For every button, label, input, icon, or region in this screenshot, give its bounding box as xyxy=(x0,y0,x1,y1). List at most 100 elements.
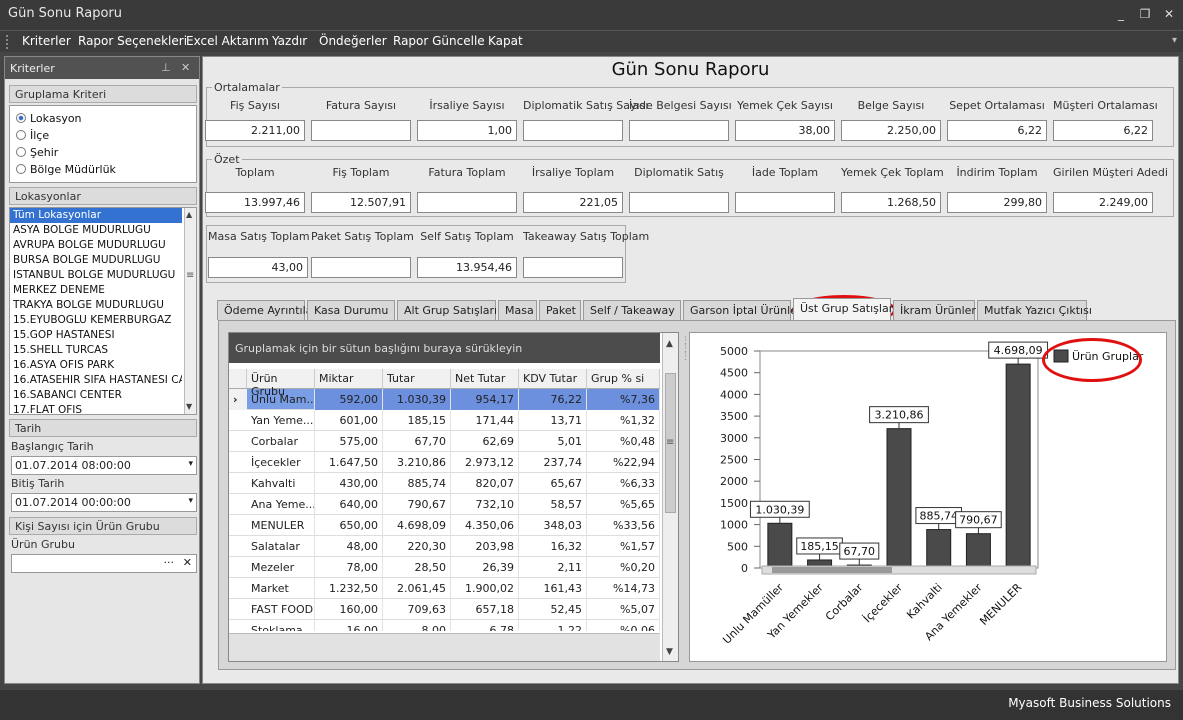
chart-bar[interactable] xyxy=(965,533,991,569)
chevron-down-icon[interactable]: ▾ xyxy=(188,459,193,469)
table-row[interactable]: Market 1.232,50 2.061,45 1.900,02 161,43 %14,… xyxy=(229,578,660,599)
clear-icon[interactable]: ✕ xyxy=(183,556,192,569)
table-row[interactable]: Mezeler 78,00 28,50 26,39 2,11 %0,20 xyxy=(229,557,660,578)
table-row[interactable]: FAST FOOD 160,00 709,63 657,18 52,45 %5,07 xyxy=(229,599,660,620)
column-header-kdv-tutar[interactable]: KDV Tutar xyxy=(519,369,587,389)
radio-sehir[interactable]: Şehir xyxy=(16,146,58,159)
ozet-field-i-rsaliye-toplam[interactable]: 221,05 xyxy=(523,192,623,213)
lokasyon-item[interactable]: AVRUPA BOLGE MUDURLUGU xyxy=(10,238,182,253)
lokasyon-item[interactable]: 16.ATASEHIR SIFA HASTANESI CA xyxy=(10,373,182,388)
section-kisi-sayisi[interactable]: Kişi Sayısı için Ürün Grubu xyxy=(9,517,197,535)
tab-paket[interactable]: Paket xyxy=(539,300,581,320)
tab-garson-i-ptal-r-nler[interactable]: Garson İptal Ürünler xyxy=(683,300,801,320)
ortalama-field-i-ade-belgesi-say-s[interactable] xyxy=(629,120,729,141)
menu-yazdir[interactable]: Yazdır xyxy=(272,34,307,48)
lokasyon-item[interactable]: 17.FLAT OFIS xyxy=(10,403,182,414)
urun-grubu-field[interactable]: ··· ✕ xyxy=(11,554,197,573)
menu-kriterler[interactable]: Kriterler xyxy=(22,34,71,48)
ozet-field-fi-toplam[interactable]: 12.507,91 xyxy=(311,192,411,213)
scroll-grip-icon[interactable]: ≡ xyxy=(186,270,194,281)
ortalama-field-sepet-ortalamas[interactable]: 6,22 xyxy=(947,120,1047,141)
ortalama-field-fi-say-s[interactable]: 2.211,00 xyxy=(205,120,305,141)
restore-button[interactable]: ❐ xyxy=(1136,6,1154,22)
chart-bar[interactable] xyxy=(1005,363,1031,569)
lokasyon-item[interactable]: 15.EYUBOGLU KEMERBURGAZ xyxy=(10,313,182,328)
lokasyon-item[interactable]: 15.SHELL TURCAS xyxy=(10,343,182,358)
satis-field-takeaway-sat-toplam[interactable] xyxy=(523,257,623,278)
table-row[interactable]: İçecekler 1.647,50 3.210,86 2.973,12 237,74%… xyxy=(229,452,660,473)
lokasyon-item[interactable]: TRAKYA BOLGE MUDURLUGU xyxy=(10,298,182,313)
tab-alt-grup-sat-lar[interactable]: Alt Grup Satışları xyxy=(397,300,497,320)
table-row[interactable]: Stoklama 16,00 8,00 6,78 1,22 %0,06 xyxy=(229,620,660,631)
column-header-grup-si[interactable]: Grup % si xyxy=(587,369,660,389)
close-button[interactable]: ✕ xyxy=(1160,6,1178,22)
tab-deme-ayr-nt-lar[interactable]: Ödeme Ayrıntıları xyxy=(217,300,320,320)
ozet-field-i-ndirim-toplam[interactable]: 299,80 xyxy=(947,192,1047,213)
group-by-panel[interactable]: Gruplamak için bir sütun başlığını buray… xyxy=(229,333,660,363)
ozet-field-fatura-toplam[interactable] xyxy=(417,192,517,213)
table-row[interactable]: Yan Yeme... 601,00 185,15 171,44 13,71 %1,32 xyxy=(229,410,660,431)
section-tarih[interactable]: Tarih xyxy=(9,419,197,437)
chart-scroll-thumb[interactable] xyxy=(772,567,892,573)
ortalama-field-belge-say-s[interactable]: 2.250,00 xyxy=(841,120,941,141)
radio-ilce[interactable]: İlçe xyxy=(16,129,49,142)
menu-rapor-guncelle[interactable]: Rapor Güncelle xyxy=(393,34,485,48)
ortalama-field-m-teri-ortalamas[interactable]: 6,22 xyxy=(1053,120,1153,141)
radio-bolge-mudurluk[interactable]: Bölge Müdürlük xyxy=(16,163,116,176)
table-row[interactable]: Kahvalti 430,00 885,74 820,07 65,67 %6,33 xyxy=(229,473,660,494)
ortalama-field-fatura-say-s[interactable] xyxy=(311,120,411,141)
column-header-miktar[interactable]: Miktar xyxy=(315,369,383,389)
chevron-down-icon[interactable]: ▾ xyxy=(188,496,193,506)
tab-mutfak-yaz-c-kt-s[interactable]: Mutfak Yazıcı Çıktısı xyxy=(977,300,1092,320)
column-header-r-n-grubu[interactable]: Ürün Grubu xyxy=(247,369,315,398)
scroll-up-icon[interactable]: ▲ xyxy=(186,210,192,219)
table-row[interactable]: Corbalar 575,00 67,70 62,69 5,01 %0,48 xyxy=(229,431,660,452)
chevron-down-icon[interactable]: ▾ xyxy=(1172,35,1177,46)
scroll-grip-icon[interactable]: ≡ xyxy=(666,437,674,448)
list-scrollbar[interactable]: ▲ ≡ ▼ xyxy=(184,208,196,414)
menu-kapat[interactable]: Kapat xyxy=(488,34,523,48)
satis-field-paket-sat-toplam[interactable] xyxy=(311,257,411,278)
scroll-up-icon[interactable]: ▲ xyxy=(666,339,673,349)
tab-st-grup-sat-lar[interactable]: Üst Grup Satışları xyxy=(793,298,896,320)
ortalama-field-diplomatik-sat-say-s[interactable] xyxy=(523,120,623,141)
baslangic-date-field[interactable]: 01.07.2014 08:00:00 ▾ xyxy=(11,456,197,475)
lokasyon-item[interactable]: ASYA BOLGE MUDURLUGU xyxy=(10,223,182,238)
ozet-field-yemek-ek-toplam[interactable]: 1.268,50 xyxy=(841,192,941,213)
pin-icon[interactable]: ⊥ xyxy=(161,61,171,74)
lokasyon-item[interactable]: 16.ASYA OFIS PARK xyxy=(10,358,182,373)
tab-masa[interactable]: Masa xyxy=(498,300,537,320)
menu-excel-aktarim[interactable]: Excel Aktarım xyxy=(186,34,269,48)
grid-scrollbar[interactable]: ▲ ≡ ▼ xyxy=(662,333,678,661)
minimize-button[interactable]: _ xyxy=(1112,6,1130,22)
lokasyon-item[interactable]: BURSA BOLGE MUDURLUGU xyxy=(10,253,182,268)
ozet-field-toplam[interactable]: 13.997,46 xyxy=(205,192,305,213)
ozet-field-girilen-m-teri-adedi[interactable]: 2.249,00 xyxy=(1053,192,1153,213)
splitter-handle[interactable]: ⋮ ⋮ ⋮ xyxy=(681,337,690,657)
table-row[interactable]: › Unlu Mam... 592,00 1.030,39 954,17 76,22 %7,… xyxy=(229,389,660,410)
close-icon[interactable]: ✕ xyxy=(181,61,190,74)
menu-rapor-secenekleri[interactable]: Rapor Seçenekleri xyxy=(78,34,187,48)
column-header-net-tutar[interactable]: Net Tutar xyxy=(451,369,519,389)
satis-field-self-sat-toplam[interactable]: 13.954,46 xyxy=(417,257,517,278)
section-lokasyonlar[interactable]: Lokasyonlar xyxy=(9,187,197,205)
table-row[interactable]: Ana Yeme... 640,00 790,67 732,10 58,57 %5,65 xyxy=(229,494,660,515)
lokasyon-item[interactable]: ISTANBUL BOLGE MUDURLUGU xyxy=(10,268,182,283)
ozet-field-diplomatik-sat[interactable] xyxy=(629,192,729,213)
bitis-date-field[interactable]: 01.07.2014 00:00:00 ▾ xyxy=(11,493,197,512)
chart-bar[interactable] xyxy=(926,529,952,569)
chart-bar[interactable] xyxy=(767,522,793,569)
satis-field-masa-sat-toplam[interactable]: 43,00 xyxy=(208,257,308,278)
chart-bar[interactable] xyxy=(886,428,912,569)
ellipsis-icon[interactable]: ··· xyxy=(164,556,175,569)
lokasyon-item[interactable]: Tüm Lokasyonlar xyxy=(10,208,182,223)
ortalama-field-yemek-ek-say-s[interactable]: 38,00 xyxy=(735,120,835,141)
menu-ondegerler[interactable]: Öndeğerler xyxy=(319,34,387,48)
ortalama-field-i-rsaliye-say-s[interactable]: 1,00 xyxy=(417,120,517,141)
table-row[interactable]: Salatalar 48,00 220,30 203,98 16,32 %1,57 xyxy=(229,536,660,557)
section-gruplama[interactable]: Gruplama Kriteri xyxy=(9,85,197,103)
scroll-down-icon[interactable]: ▼ xyxy=(186,402,192,411)
scroll-down-icon[interactable]: ▼ xyxy=(666,647,673,657)
column-header-tutar[interactable]: Tutar xyxy=(383,369,451,389)
lokasyon-item[interactable]: 15.GOP HASTANESI xyxy=(10,328,182,343)
